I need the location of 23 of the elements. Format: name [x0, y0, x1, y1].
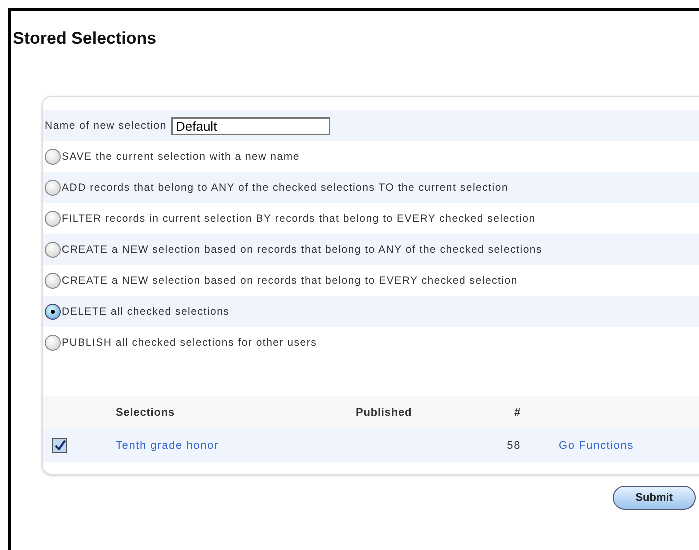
- radio-button[interactable]: [45, 210, 61, 226]
- radio-button[interactable]: [45, 148, 61, 164]
- radio-button[interactable]: [45, 334, 61, 350]
- functions-link[interactable]: Go Functions: [559, 440, 634, 452]
- table-cell-text: 58: [506, 440, 521, 452]
- radio-option[interactable]: FILTER records in current selection BY records that belong to EVERY checked selection: [45, 210, 536, 226]
- radio-option[interactable]: CREATE a NEW selection based on records that belong to EVERY checked selection: [45, 272, 518, 288]
- checkbox[interactable]: [52, 438, 67, 453]
- column-header: Selections: [116, 406, 176, 418]
- column-header: Published: [356, 406, 414, 418]
- radio-button[interactable]: [45, 180, 61, 196]
- page-title: Stored Selections: [12, 28, 158, 49]
- field-label: Name of new selection: [45, 120, 167, 132]
- radio-button[interactable]: [45, 272, 61, 288]
- radio-option[interactable]: PUBLISH all checked selections for other users: [45, 334, 318, 350]
- radio-button[interactable]: [45, 304, 61, 320]
- radio-button[interactable]: [45, 242, 61, 258]
- selection-link[interactable]: Tenth grade honor: [116, 440, 356, 452]
- submit-button[interactable]: Submit: [612, 486, 696, 510]
- radio-option[interactable]: DELETE all checked selections: [45, 304, 230, 320]
- radio-option[interactable]: SAVE the current selection with a new name: [45, 148, 300, 164]
- column-header: #: [513, 406, 521, 418]
- input-field[interactable]: Default: [170, 116, 330, 134]
